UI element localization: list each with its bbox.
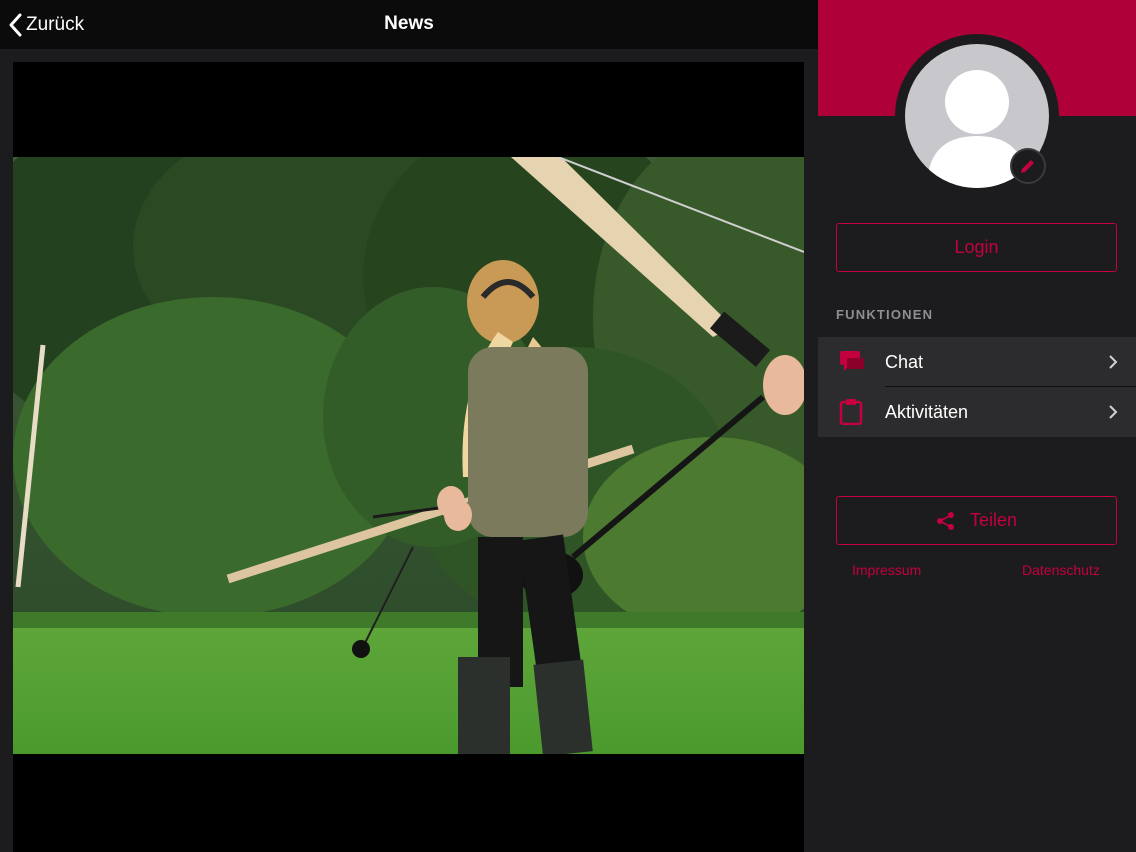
archery-photo-image [13, 157, 804, 754]
share-button[interactable]: Teilen [836, 496, 1117, 545]
pencil-icon [1021, 160, 1034, 173]
datenschutz-link[interactable]: Datenschutz [1022, 562, 1100, 578]
chevron-right-icon [1109, 355, 1118, 369]
share-label: Teilen [969, 510, 1018, 530]
impressum-link[interactable]: Impressum [852, 562, 921, 578]
login-label: Login [954, 237, 999, 257]
sidebar-item-label: Chat [885, 351, 924, 372]
functions-list: Chat Aktivitäten [818, 337, 1136, 437]
share-icon [936, 511, 954, 530]
chevron-right-icon [1109, 405, 1118, 419]
news-pane: Zurück News [0, 0, 818, 852]
page-title: News [384, 13, 434, 34]
sidebar-item-aktivitaeten[interactable]: Aktivitäten [818, 387, 1136, 437]
clipboard-icon [839, 399, 863, 425]
sidebar-item-label: Aktivitäten [885, 401, 969, 422]
chat-icon [840, 351, 864, 371]
section-header-functions: FUNKTIONEN [836, 307, 934, 322]
news-photo[interactable] [13, 157, 804, 754]
sidebar: Login FUNKTIONEN Chat Aktivitäten Teilen… [818, 0, 1136, 852]
navigation-bar: Zurück News [0, 0, 818, 49]
sidebar-item-chat[interactable]: Chat [818, 337, 1136, 387]
edit-avatar-button[interactable] [1010, 148, 1046, 184]
login-button[interactable]: Login [836, 223, 1117, 272]
